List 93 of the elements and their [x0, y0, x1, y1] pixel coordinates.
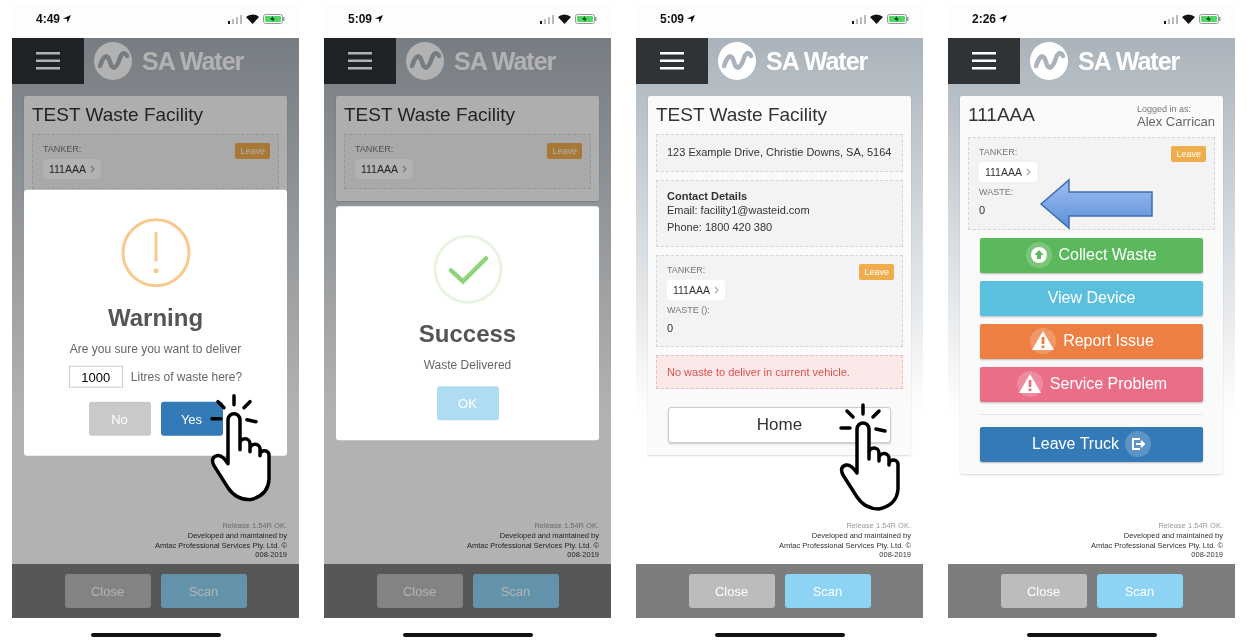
scan-button[interactable]: Scan — [472, 574, 559, 608]
action-button[interactable]: Leave Truck — [980, 426, 1203, 462]
leave-button[interactable]: Leave — [235, 143, 270, 159]
signal-icon — [1164, 14, 1178, 24]
tanker-label: TANKER: — [43, 144, 82, 154]
clock: 5:09 — [660, 12, 685, 26]
login-label: Logged in as: — [1136, 104, 1191, 114]
action-button[interactable]: Report Issue — [980, 323, 1203, 359]
menu-icon — [348, 52, 372, 70]
leave-button[interactable]: Leave — [1171, 146, 1206, 162]
action-button[interactable]: Service Problem — [980, 366, 1203, 402]
waste-label: WASTE (): — [667, 304, 710, 315]
menu-button[interactable] — [636, 38, 708, 84]
logo-text: SA Water — [1078, 46, 1180, 76]
logo-text: SA Water — [454, 46, 556, 76]
waste-value: 0 — [667, 320, 675, 336]
signal-icon — [540, 14, 554, 24]
dialog-text: Waste Delivered — [423, 358, 512, 373]
dialog-title: Warning — [107, 303, 204, 332]
dialog-text: Are you sure you want to deliver — [69, 341, 242, 356]
home-button[interactable]: Home — [668, 407, 891, 444]
menu-icon — [660, 52, 684, 70]
user-name: Alex Carrican — [1136, 114, 1215, 129]
scan-button[interactable]: Scan — [160, 574, 247, 608]
tanker-label: TANKER: — [667, 264, 706, 275]
chevron-icon — [714, 285, 719, 294]
contact-line: Email: facility1@wasteid.com — [667, 202, 811, 218]
exit-icon — [1125, 431, 1152, 458]
logo-icon — [1030, 42, 1068, 80]
action-button[interactable]: View Device — [980, 280, 1203, 316]
location-icon — [687, 15, 696, 23]
chevron-icon — [1026, 168, 1031, 176]
tanker-label: TANKER: — [355, 144, 394, 154]
action-button[interactable]: Collect Waste — [980, 237, 1203, 273]
tanker-chip[interactable]: 111AAA — [979, 162, 1037, 182]
address-text: 123 Example Drive, Christie Downs, SA, 5164 — [667, 145, 892, 160]
contact-heading: Contact Details — [667, 189, 749, 202]
error-alert: No waste to deliver in current vehicle. — [656, 355, 903, 390]
tanker-chip[interactable]: 111AAA — [667, 279, 725, 300]
signal-icon — [852, 14, 866, 24]
logo-icon — [406, 42, 444, 80]
close-button[interactable]: Close — [1000, 574, 1087, 608]
page-title: TEST Waste Facility — [656, 104, 828, 126]
location-icon — [63, 15, 72, 23]
menu-icon — [36, 52, 60, 70]
wifi-icon — [558, 14, 571, 24]
battery-icon — [887, 14, 909, 24]
tanker-chip[interactable]: 111AAA — [43, 159, 101, 179]
clock: 5:09 — [348, 12, 373, 26]
tanker-label: TANKER: — [979, 147, 1018, 157]
menu-button[interactable] — [12, 38, 84, 84]
chevron-icon — [90, 165, 95, 173]
wifi-icon — [246, 14, 259, 24]
wifi-icon — [1182, 14, 1195, 24]
scan-button[interactable]: Scan — [784, 574, 871, 608]
waste-label: WASTE: — [979, 187, 1014, 197]
leave-button[interactable]: Leave — [547, 143, 582, 159]
battery-icon — [263, 14, 285, 24]
signal-icon — [228, 14, 242, 24]
upload-icon — [1026, 242, 1053, 269]
warning-icon — [120, 217, 191, 288]
scan-button[interactable]: Scan — [1096, 574, 1183, 608]
page-title: 111AAA — [968, 104, 1035, 126]
dialog-title: Success — [418, 320, 517, 349]
yes-button[interactable]: Yes — [160, 401, 223, 436]
clock: 4:49 — [36, 12, 61, 26]
tanker-chip[interactable]: 111AAA — [355, 159, 413, 179]
contact-line: Phone: 1800 420 380 — [667, 220, 774, 236]
page-title: TEST Waste Facility — [344, 104, 516, 126]
ok-button[interactable]: OK — [436, 386, 499, 421]
chevron-icon — [402, 165, 407, 173]
menu-icon — [972, 52, 996, 70]
menu-button[interactable] — [324, 38, 396, 84]
logo-icon — [718, 42, 756, 80]
warning-icon — [1015, 371, 1044, 398]
logo-text: SA Water — [766, 46, 868, 76]
location-icon — [375, 15, 384, 23]
page-title: TEST Waste Facility — [32, 104, 204, 126]
warning-icon — [1029, 328, 1058, 355]
close-button[interactable]: Close — [688, 574, 775, 608]
wifi-icon — [870, 14, 883, 24]
checkmark-icon — [432, 234, 503, 305]
waste-value: 0 — [979, 203, 987, 218]
location-icon — [999, 15, 1008, 23]
leave-button[interactable]: Leave — [859, 263, 894, 280]
logo-icon — [94, 42, 132, 80]
quantity-field[interactable]: 1000 — [68, 365, 123, 388]
clock: 2:26 — [972, 12, 997, 26]
menu-button[interactable] — [948, 38, 1020, 84]
battery-icon — [575, 14, 597, 24]
logo-text: SA Water — [142, 46, 244, 76]
battery-icon — [1199, 14, 1221, 24]
quantity-suffix: Litres of waste here? — [130, 369, 243, 384]
